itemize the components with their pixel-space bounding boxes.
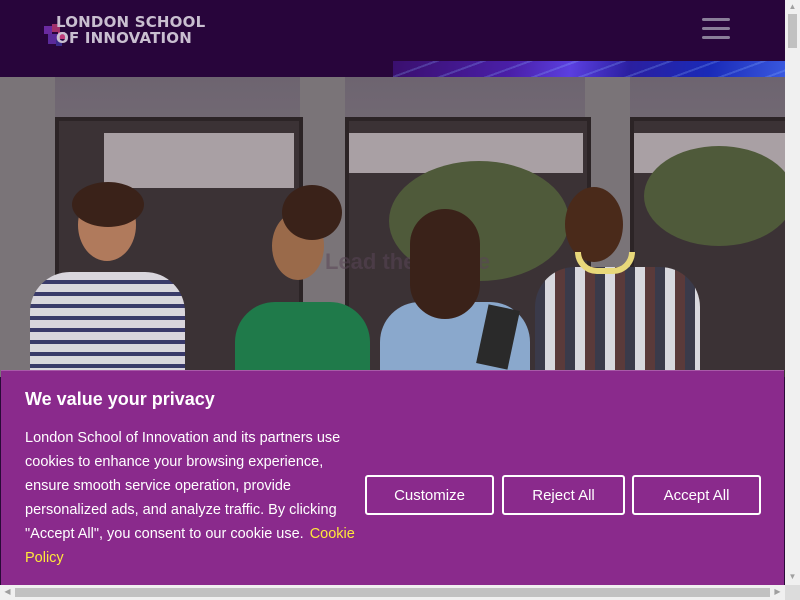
vertical-scroll-thumb[interactable] bbox=[788, 14, 797, 48]
horizontal-scrollbar[interactable]: ◀ ▶ bbox=[0, 585, 785, 600]
scrollbar-corner bbox=[785, 585, 800, 600]
student-figure bbox=[535, 267, 700, 377]
accept-all-button[interactable]: Accept All bbox=[632, 475, 761, 515]
logo-line-1: LONDON SCHOOL bbox=[56, 13, 206, 31]
student-hair bbox=[410, 209, 480, 319]
student-hair bbox=[72, 182, 144, 227]
scroll-right-arrow-icon[interactable]: ▶ bbox=[770, 587, 785, 596]
cookie-title: We value your privacy bbox=[25, 389, 215, 409]
horizontal-scroll-thumb[interactable] bbox=[15, 588, 770, 597]
scroll-down-arrow-icon[interactable]: ▼ bbox=[785, 572, 800, 581]
student-figure bbox=[235, 302, 370, 377]
hero-image: Lead the Future bbox=[0, 77, 785, 377]
reject-all-button[interactable]: Reject All bbox=[502, 475, 625, 515]
scroll-up-arrow-icon[interactable]: ▲ bbox=[785, 2, 800, 11]
student-head bbox=[565, 187, 623, 262]
cookie-body-text: London School of Innovation and its part… bbox=[25, 430, 341, 542]
hamburger-icon[interactable] bbox=[702, 18, 730, 42]
student-figure bbox=[30, 272, 185, 377]
cookie-description: London School of Innovation and its part… bbox=[25, 426, 355, 570]
scroll-left-arrow-icon[interactable]: ◀ bbox=[0, 587, 15, 596]
page-viewport: LONDON SCHOOL OF INNOVATION Lead the Fut… bbox=[0, 0, 785, 585]
cookie-consent-banner: We value your privacy London School of I… bbox=[1, 370, 784, 585]
vertical-scrollbar[interactable]: ▲ ▼ bbox=[785, 0, 800, 585]
student-hair bbox=[282, 185, 342, 240]
logo-line-2: OF INNOVATION bbox=[56, 29, 193, 47]
logo-wordmark: LONDON SCHOOL OF INNOVATION bbox=[56, 14, 205, 46]
site-logo[interactable]: LONDON SCHOOL OF INNOVATION bbox=[44, 12, 205, 48]
customize-button[interactable]: Customize bbox=[365, 475, 494, 515]
